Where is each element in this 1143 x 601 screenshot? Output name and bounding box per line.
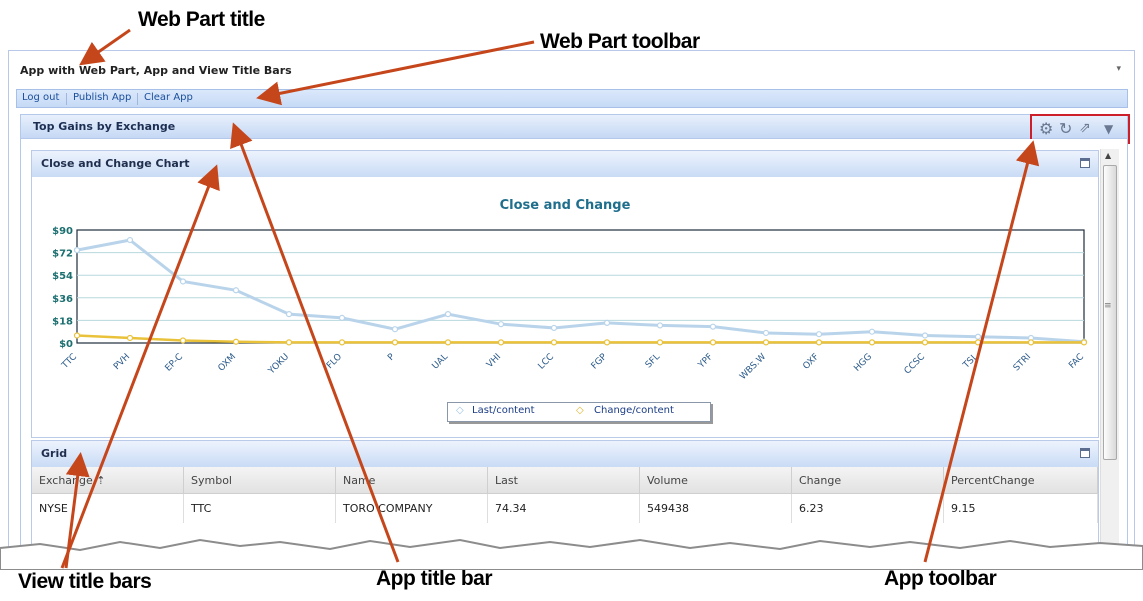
arrow-web-part-title: [79, 28, 131, 66]
annotation-arrows: [60, 28, 1040, 569]
arrow-web-part-toolbar: [256, 40, 535, 106]
arrow-view-title-grid: [64, 452, 90, 569]
arrow-app-toolbar: [923, 140, 1040, 563]
arrow-view-title-chart: [60, 164, 220, 569]
arrow-app-title-bar: [230, 122, 400, 563]
